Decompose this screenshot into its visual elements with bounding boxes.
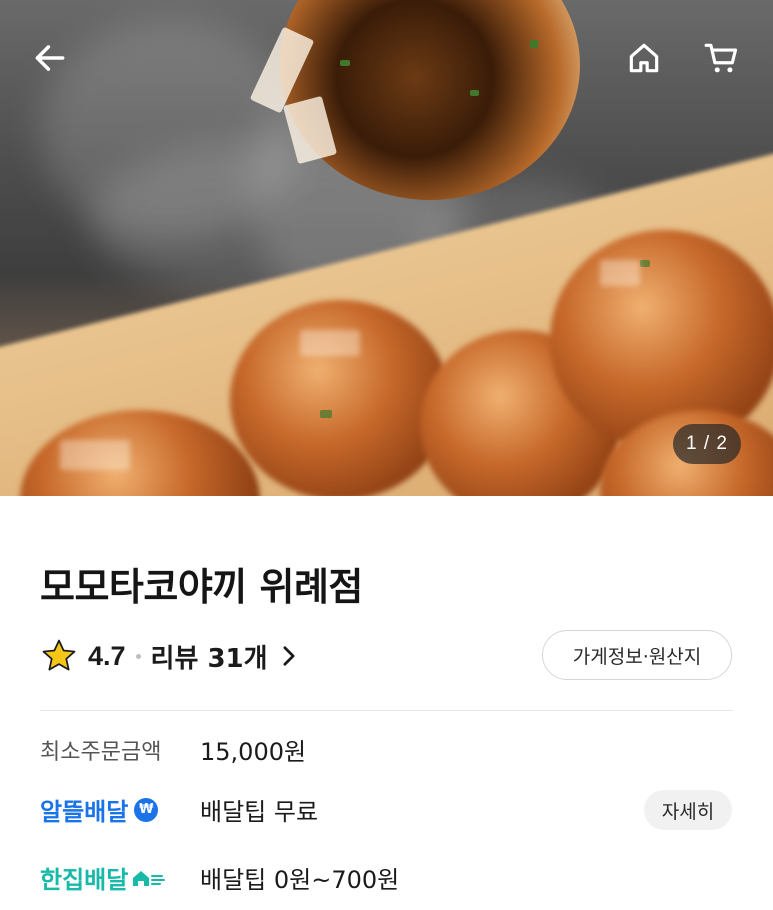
home-button[interactable] bbox=[622, 36, 666, 80]
review-link[interactable]: 리뷰 31개 bbox=[151, 638, 298, 675]
separator-dot bbox=[135, 653, 141, 659]
house-speed-icon bbox=[128, 867, 166, 889]
hanjip-delivery-fee: 배달팁 0원~700원 bbox=[200, 866, 400, 894]
image-page-indicator: 1 / 2 bbox=[673, 424, 741, 464]
review-count-label: 리뷰 31개 bbox=[150, 643, 268, 674]
detail-button[interactable]: 자세히 bbox=[644, 790, 732, 830]
star-icon bbox=[40, 637, 78, 675]
min-order-value: 15,000원 bbox=[200, 738, 307, 766]
won-badge-icon: ₩ bbox=[134, 797, 159, 822]
store-info-button[interactable]: 가게정보·원산지 bbox=[542, 630, 732, 680]
alddeul-brand: 알뜰배달 ₩ bbox=[40, 792, 200, 827]
hanjip-delivery-row: 한집배달 배달팁 0원~700원 bbox=[40, 860, 399, 895]
hanjip-label: 한집배달 bbox=[40, 866, 129, 894]
rating-row: 4.7 리뷰 31개 bbox=[40, 634, 298, 678]
min-order-row: 최소주문금액 15,000원 bbox=[40, 732, 306, 767]
rating-value: 4.7 bbox=[88, 640, 126, 671]
store-name: 모모타코야끼 위례점 bbox=[40, 565, 363, 609]
cart-button[interactable] bbox=[700, 36, 744, 80]
cart-icon bbox=[704, 43, 738, 73]
back-button[interactable] bbox=[28, 36, 72, 80]
alddeul-delivery-fee: 배달팁 무료 bbox=[200, 798, 319, 826]
divider bbox=[40, 710, 733, 711]
alddeul-label: 알뜰배달 bbox=[40, 798, 129, 826]
min-order-label: 최소주문금액 bbox=[40, 739, 162, 765]
chevron-right-icon bbox=[283, 646, 295, 666]
home-icon bbox=[629, 43, 659, 73]
alddeul-delivery-row: 알뜰배달 ₩ 배달팁 무료 bbox=[40, 792, 318, 827]
arrow-left-icon bbox=[35, 45, 65, 71]
hanjip-brand: 한집배달 bbox=[40, 860, 200, 895]
